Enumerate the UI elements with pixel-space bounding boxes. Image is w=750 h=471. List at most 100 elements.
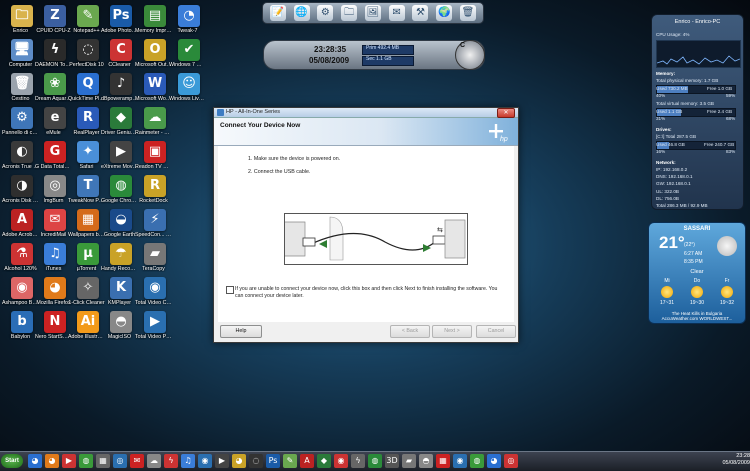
desktop-icon[interactable]: OMicrosoft Outlook... [135, 39, 172, 68]
desktop-icon[interactable]: GG Data TotalCare [35, 141, 72, 170]
taskbar-app-icon[interactable]: ▦ [436, 454, 450, 468]
desktop-icon[interactable]: 🗀 Enrico [5, 5, 39, 34]
taskbar-app-icon[interactable]: ☁ [147, 454, 161, 468]
taskbar-app-icon[interactable]: ϟ [351, 454, 365, 468]
desktop-icon[interactable]: ◍ Google Chrome [101, 175, 138, 204]
desktop-icon[interactable]: b Babylon [5, 311, 39, 340]
taskbar-app-icon[interactable]: ◎ [504, 454, 518, 468]
desktop-icon[interactable]: ♫ iTunes [38, 243, 72, 272]
taskbar-app-icon[interactable]: ▶ [215, 454, 229, 468]
desktop-icon[interactable]: R RocketDock [138, 175, 172, 204]
desktop-icon[interactable]: ◉Ashampoo Burning ... [2, 277, 39, 306]
dock-item-icon[interactable]: 🌍 [436, 5, 453, 21]
desktop-icon[interactable]: ⚡SpeedCon... Internet A... [135, 209, 172, 238]
desktop-icon[interactable]: µ µTorrent [71, 243, 105, 272]
desktop-icon[interactable]: ☺Windows Live Mess... [169, 73, 206, 102]
taskbar-app-icon[interactable]: ✉ [130, 454, 144, 468]
dock-item-icon[interactable]: 📝 [269, 5, 286, 21]
taskbar-app-icon[interactable]: ◉ [334, 454, 348, 468]
weather-source[interactable]: AccuWeather.com WORLDWEST... [649, 316, 745, 321]
desktop-icon[interactable]: ◌ PerfectDisk 10 [69, 39, 105, 68]
taskbar-app-icon[interactable]: ▶ [62, 454, 76, 468]
taskbar-app-icon[interactable]: ◉ [198, 454, 212, 468]
desktop-icon[interactable]: ▶eXtreme Movie ... [101, 141, 138, 170]
desktop-icon[interactable]: ☁Rainmeter - collegame... [135, 107, 172, 136]
taskbar-app-icon[interactable]: ✎ [283, 454, 297, 468]
taskbar-app-icon[interactable]: ◍ [368, 454, 382, 468]
help-button[interactable]: Help [220, 325, 262, 338]
desktop-icon[interactable]: A Adobe Acrobat... [2, 209, 39, 238]
taskbar-app-icon[interactable]: ◉ [453, 454, 467, 468]
taskbar-app-icon[interactable]: ◍ [79, 454, 93, 468]
desktop-icon[interactable]: ⚙Pannello di controllo [2, 107, 39, 136]
desktop-icon[interactable]: ϟDAEMON Tools Pro [35, 39, 72, 68]
desktop-icon[interactable]: ⚗ Alcohol 120% [4, 243, 39, 272]
taskbar-app-icon[interactable]: A [300, 454, 314, 468]
desktop-icon[interactable]: ◆Driver Genius Pr... [101, 107, 138, 136]
taskbar-app-icon[interactable]: 3D [385, 454, 399, 468]
desktop-icon[interactable]: ▰ TeraCopy [138, 243, 172, 272]
weather-footer[interactable]: The Heat Kills in Bulgaria AccuWeather.c… [649, 311, 745, 321]
desktop-icon[interactable]: ◓ MagicISO [104, 311, 138, 340]
taskbar-app-icon[interactable]: ♫ [181, 454, 195, 468]
close-button[interactable]: ✕ [497, 108, 515, 118]
system-tray-clock[interactable]: 23:28 05/08/2009 [695, 453, 750, 467]
desktop-icon[interactable]: QQuickTime Player [68, 73, 105, 102]
desktop-icon[interactable]: 🗑 Cestino [5, 73, 39, 102]
desktop-icon[interactable]: ◎ ImgBurn [38, 175, 72, 204]
taskbar-app-icon[interactable]: ◕ [28, 454, 42, 468]
desktop-icon[interactable]: C CCleaner [104, 39, 138, 68]
desktop-icon[interactable]: ◒ Google Earth [104, 209, 138, 238]
desktop-icon[interactable]: ♪dBpoweramp Music Con... [101, 73, 138, 102]
taskbar-app-icon[interactable]: ϟ [164, 454, 178, 468]
desktop-icon[interactable]: R RealPlayer [71, 107, 105, 136]
taskbar-app-icon[interactable]: ◆ [317, 454, 331, 468]
taskbar-app-icon[interactable]: ◕ [487, 454, 501, 468]
dock-item-icon[interactable]: 🗀 [341, 5, 358, 21]
desktop-icon[interactable]: ▶Total Video Player [135, 311, 172, 340]
desktop-icon[interactable]: ◉Total Video Converter [135, 277, 172, 306]
dock-item-icon[interactable]: 🗑 [460, 5, 476, 21]
desktop-icon[interactable]: ✦ Safari [71, 141, 105, 170]
desktop-icon[interactable]: e eMule [38, 107, 72, 136]
desktop-icon[interactable]: AiAdobe Illustrator... [68, 311, 105, 340]
desktop-icon[interactable]: K KMPlayer [104, 277, 138, 306]
desktop-icon[interactable]: PsAdobe Photosho... [101, 5, 138, 34]
dock-item-icon[interactable]: 🖼 [364, 5, 381, 21]
desktop-icon[interactable]: ▤Memory Improve P... [135, 5, 172, 34]
dock-item-icon[interactable]: ⚙ [317, 5, 334, 21]
desktop-icon[interactable]: WMicrosoft Word 2010 [135, 73, 172, 102]
connect-later-text[interactable]: If you are unable to connect your device… [235, 286, 505, 299]
dock-item-icon[interactable]: ⚒ [412, 5, 429, 21]
dock-item-icon[interactable]: 🌐 [293, 5, 310, 21]
desktop-icon[interactable]: ✎ Notepad++ [71, 5, 105, 34]
desktop-icon[interactable]: ◕ Mozilla Firefox [36, 277, 72, 306]
desktop-icon[interactable]: ✔Windows 7 Manager [169, 39, 206, 68]
desktop-icon[interactable]: ▦Wallpapers by Incred... [68, 209, 105, 238]
next-button[interactable]: Next > [432, 325, 472, 338]
desktop-icon[interactable]: ✧ 1-Click Cleaner [68, 277, 105, 306]
desktop-icon[interactable]: ▣Readon TV Movie Rad... [135, 141, 172, 170]
dialog-titlebar[interactable]: HP - All-In-One Series ✕ [214, 108, 518, 118]
desktop-icon[interactable]: N Nero StartSmart [35, 311, 72, 340]
cancel-button[interactable]: Cancel [476, 325, 516, 338]
taskbar-app-icon[interactable]: ◕ [45, 454, 59, 468]
taskbar-app-icon[interactable]: ▦ [96, 454, 110, 468]
desktop-icon[interactable]: Z CPUID CPU-Z [36, 5, 72, 34]
desktop-icon[interactable]: ✉ IncrediMail [38, 209, 72, 238]
taskbar-app-icon[interactable]: ◕ [232, 454, 246, 468]
desktop-icon[interactable]: ◑Acronis Disk Director S... [2, 175, 39, 204]
desktop-icon[interactable]: ◐Acronis True Image Ho... [2, 141, 39, 170]
desktop-icon[interactable]: ❀ Dream Aquarium [35, 73, 72, 102]
desktop-icon[interactable]: ☂ Handy Recovery [101, 243, 138, 272]
connect-later-checkbox[interactable] [226, 286, 234, 294]
dock-item-icon[interactable]: ✉ [388, 5, 405, 21]
start-button[interactable]: Start [1, 454, 23, 468]
taskbar-app-icon[interactable]: ▰ [402, 454, 416, 468]
back-button[interactable]: < Back [390, 325, 430, 338]
desktop-icon[interactable]: 🖥 Computer [5, 39, 39, 68]
taskbar-app-icon[interactable]: ◌ [249, 454, 263, 468]
taskbar-app-icon[interactable]: Ps [266, 454, 280, 468]
desktop-icon[interactable]: TTweakNow PowerPa... [68, 175, 105, 204]
taskbar-app-icon[interactable]: ◎ [113, 454, 127, 468]
